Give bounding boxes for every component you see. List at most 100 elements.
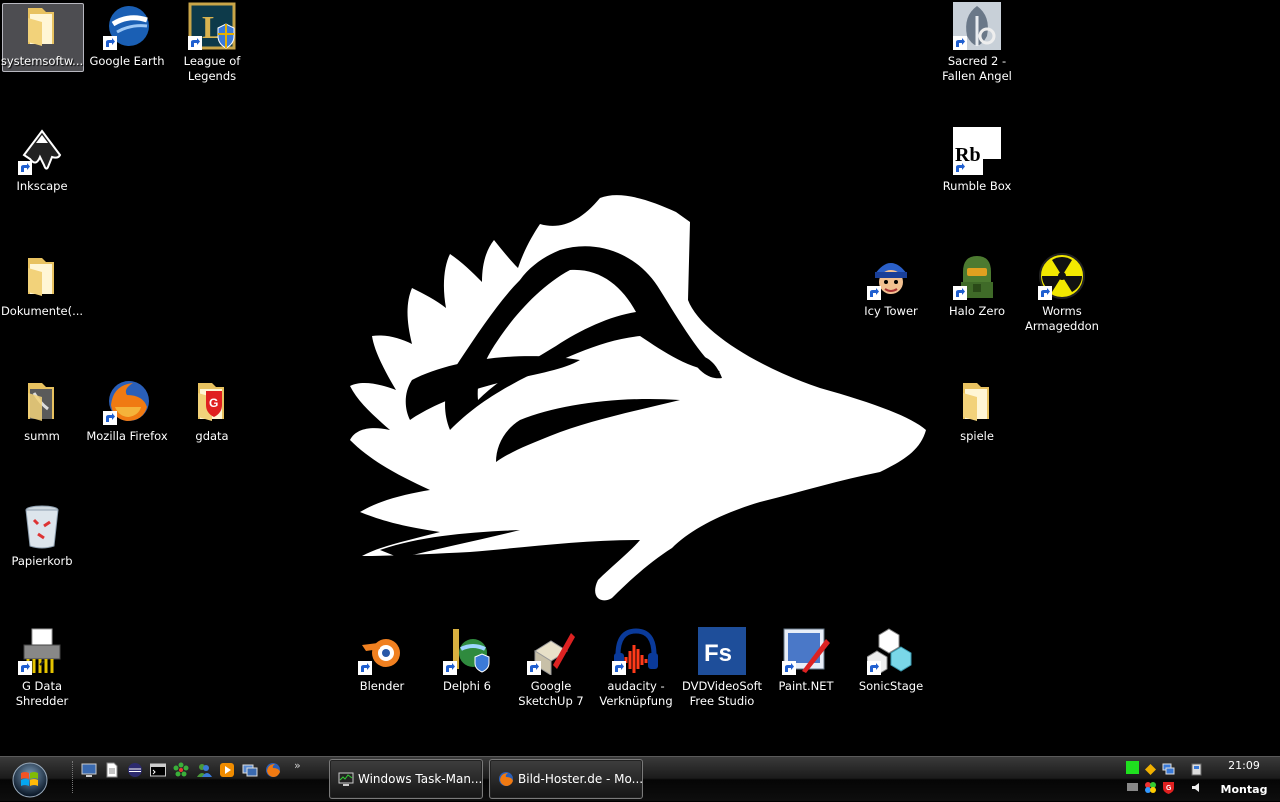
task-button-bild-hoster[interactable]: Bild-Hoster.de - Mo... — [489, 759, 643, 799]
desktop-icon-spiele[interactable]: spiele — [935, 377, 1019, 444]
desktop-icon-papierkorb[interactable]: Papierkorb — [0, 502, 84, 569]
shortcut-arrow-icon — [953, 36, 967, 50]
desktop-icon-halo-zero[interactable]: Halo Zero — [935, 252, 1019, 319]
desktop-icon-google-earth[interactable]: Google Earth — [85, 2, 169, 69]
switch-windows-icon[interactable] — [242, 762, 258, 778]
sacred2-icon — [953, 2, 1001, 50]
shortcut-arrow-icon — [527, 661, 541, 675]
desktop-icon-icy-tower[interactable]: Icy Tower — [849, 252, 933, 319]
shortcut-arrow-icon — [18, 161, 32, 175]
taskbar-separator — [72, 761, 75, 793]
dvd-logo-text: Fs — [704, 640, 732, 667]
shortcut-arrow-icon — [103, 411, 117, 425]
desktop-icon-worms-armageddon[interactable]: Worms Armageddon — [1020, 252, 1104, 334]
icq-flower-icon[interactable] — [173, 762, 189, 778]
svg-text:G: G — [1166, 785, 1172, 792]
shredder-icon — [18, 627, 66, 675]
audacity-icon — [612, 627, 660, 675]
firefox-quicklaunch-icon[interactable] — [265, 762, 281, 778]
desktop-icon-label: SonicStage — [858, 679, 924, 693]
green-status-icon[interactable] — [1126, 761, 1139, 774]
desktop-icon-label-line2: Free Studio — [689, 694, 755, 708]
desktop-icon-sacred2[interactable]: Sacred 2 - Fallen Angel — [935, 2, 1019, 84]
desktop-icon-label: Sacred 2 - — [947, 54, 1007, 68]
desktop-icon-blender[interactable]: Blender — [340, 627, 424, 694]
desktop-icon-delphi[interactable]: Delphi 6 — [425, 627, 509, 694]
desktop-icon-audacity[interactable]: audacity - Verknüpfung — [594, 627, 678, 709]
google-earth-icon — [103, 2, 151, 50]
gdata-shield-icon[interactable]: G — [1162, 779, 1175, 794]
shortcut-arrow-icon — [953, 161, 967, 175]
folder-icon — [18, 252, 66, 300]
recycle-bin-icon — [18, 502, 66, 550]
desktop-icon-mozilla-firefox[interactable]: Mozilla Firefox — [85, 377, 169, 444]
desktop-icon-gdata-shredder[interactable]: G Data Shredder — [0, 627, 84, 709]
desktop-icon-systemsoftware[interactable]: systemsoftw... — [0, 2, 84, 72]
desktop-icon-label: Blender — [359, 679, 405, 693]
desktop-icon-label: systemsoftw... — [0, 54, 84, 68]
desktop-icon-label: Mozilla Firefox — [86, 429, 168, 443]
shortcut-arrow-icon — [443, 661, 457, 675]
svg-text:G: G — [209, 396, 218, 410]
quicklaunch-more-chevron[interactable]: » — [294, 759, 301, 772]
command-prompt-icon[interactable] — [150, 762, 166, 778]
show-desktop-icon[interactable] — [81, 762, 97, 778]
icy-tower-icon — [867, 252, 915, 300]
shortcut-arrow-icon — [188, 36, 202, 50]
paint-net-icon — [782, 627, 830, 675]
shortcut-arrow-icon — [782, 661, 796, 675]
shortcut-arrow-icon — [612, 661, 626, 675]
desktop-icon-google-sketchup[interactable]: Google SketchUp 7 — [509, 627, 593, 709]
eclipse-icon[interactable] — [127, 762, 143, 778]
document-icon[interactable] — [104, 762, 120, 778]
delphi-icon — [443, 627, 491, 675]
volume-icon[interactable] — [1190, 779, 1203, 792]
shortcut-arrow-icon — [103, 36, 117, 50]
desktop-icon-label: G Data — [21, 679, 63, 693]
desktop-icon-label: Icy Tower — [864, 304, 918, 318]
shortcut-arrow-icon — [867, 286, 881, 300]
firefox-icon — [103, 377, 151, 425]
gdata-folder-icon: G — [188, 377, 236, 425]
desktop-icon-league-of-legends[interactable]: L League of Legends — [170, 2, 254, 84]
desktop-icon-label: Halo Zero — [948, 304, 1006, 318]
task-button-label: Windows Task-Man... — [358, 772, 483, 786]
desktop-icon-inkscape[interactable]: Inkscape — [0, 127, 84, 194]
sketchup-icon — [527, 627, 575, 675]
usb-device-icon[interactable] — [1190, 761, 1203, 776]
desktop-icon-gdata[interactable]: G gdata — [170, 377, 254, 444]
desktop-icon-label-line2: Legends — [187, 69, 237, 83]
colorful-app-icon[interactable] — [1144, 779, 1157, 793]
desktop-icon-paint-net[interactable]: Paint.NET — [764, 627, 848, 694]
network-diamond-icon[interactable] — [1144, 761, 1157, 775]
desktop-icon-summ[interactable]: summ — [0, 377, 84, 444]
desktop-icon-rumble-box[interactable]: Rb Rumble Box — [935, 127, 1019, 194]
shortcut-arrow-icon — [358, 661, 372, 675]
desktop-icon-dvdvideosoft[interactable]: Fs DVDVideoSoft Free Studio — [680, 627, 764, 709]
desktop[interactable]: systemsoftw... Google Earth L League of … — [0, 0, 1280, 756]
desktop-icon-label: Papierkorb — [11, 554, 73, 568]
dvdvideosoft-icon: Fs — [698, 627, 746, 675]
halo-zero-icon — [953, 252, 1001, 300]
task-button-label: Bild-Hoster.de - Mo... — [518, 772, 644, 786]
league-of-legends-icon: L — [188, 2, 236, 50]
desktop-icon-label: Paint.NET — [778, 679, 834, 693]
desktop-icon-sonicstage[interactable]: SonicStage — [849, 627, 933, 694]
taskbar: » Windows Task-Man... Bild-Hoster.de - M… — [0, 756, 1280, 801]
radiation-icon — [1038, 252, 1086, 300]
media-player-icon[interactable] — [219, 762, 235, 778]
desktop-icon-dokumente[interactable]: Dokumente(... — [0, 252, 84, 319]
task-button-task-manager[interactable]: Windows Task-Man... — [329, 759, 483, 799]
start-button[interactable] — [6, 760, 52, 798]
monitor-tray-icon[interactable] — [1126, 779, 1139, 792]
task-manager-icon — [338, 772, 354, 786]
desktop-icon-label: spiele — [960, 429, 994, 443]
desktop-icon-label-line2: Fallen Angel — [942, 69, 1012, 83]
desktop-icon-label: Inkscape — [16, 179, 68, 193]
clock-day[interactable]: Montag — [1212, 783, 1276, 796]
shortcut-arrow-icon — [18, 661, 32, 675]
clock-time[interactable]: 21:09 — [1216, 759, 1272, 772]
network-icon[interactable] — [1162, 761, 1175, 775]
desktop-icon-label-line2: Armageddon — [1025, 319, 1099, 333]
messenger-icon[interactable] — [196, 762, 212, 778]
